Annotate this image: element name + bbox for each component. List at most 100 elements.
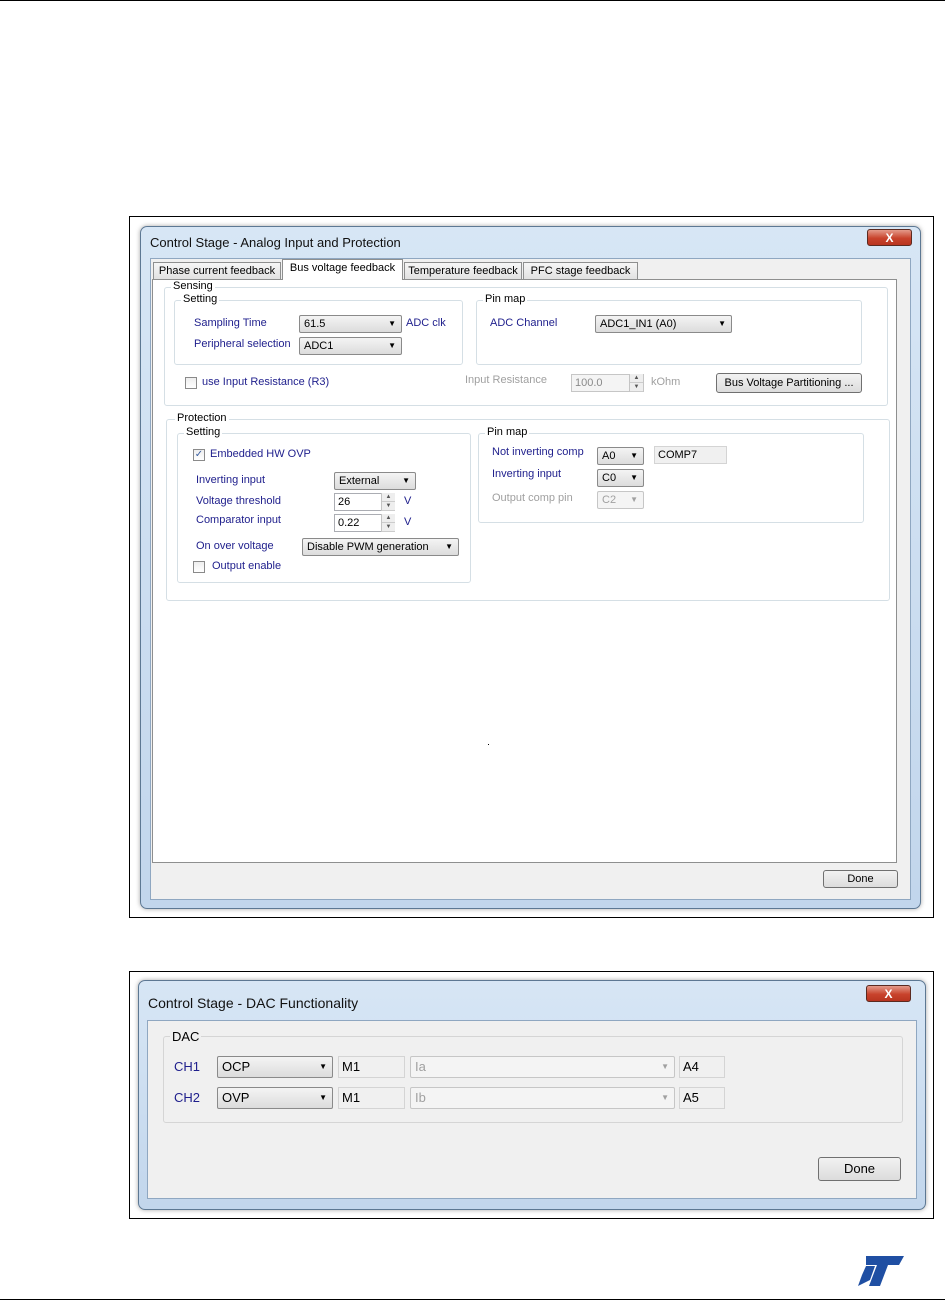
on-over-voltage-value: Disable PWM generation: [307, 541, 429, 553]
dialog-title: Control Stage - Analog Input and Protect…: [150, 235, 401, 250]
peripheral-selection-label: Peripheral selection: [194, 338, 291, 350]
spin-up-icon: ▲: [382, 493, 395, 502]
comparator-name-field: COMP7: [654, 446, 727, 464]
tab-temperature-feedback[interactable]: Temperature feedback: [404, 262, 522, 280]
use-input-resistance-label: use Input Resistance (R3): [202, 376, 330, 388]
chevron-down-icon: ▼: [319, 1093, 327, 1102]
sensing-group: Sensing Setting Sampling Time 61.5 ▼ ADC…: [164, 280, 888, 406]
dac-ch1-mode-value: OCP: [222, 1059, 251, 1074]
protection-group: Protection Setting ✓ Embedded HW OVP Inv…: [166, 412, 890, 601]
chevron-down-icon: ▼: [319, 1062, 327, 1071]
dac-ch1-pin-field: A4: [679, 1056, 725, 1078]
pinmap-inverting-input-value: C0: [602, 472, 617, 484]
tab-bus-voltage-feedback[interactable]: Bus voltage feedback: [282, 259, 403, 280]
sampling-time-unit: ADC clk: [406, 317, 446, 329]
dac-ch2-label: CH2: [174, 1090, 201, 1105]
dac-dialog-title: Control Stage - DAC Functionality: [148, 995, 359, 1011]
chevron-down-icon: ▼: [630, 473, 638, 482]
output-enable-checkbox[interactable]: [193, 561, 205, 573]
dac-ch2-signal-value: Ib: [415, 1090, 426, 1105]
dac-ch2-motor-value: M1: [342, 1090, 361, 1105]
output-comp-pin-label: Output comp pin: [492, 492, 573, 504]
comparator-input-unit: V: [404, 516, 412, 528]
protection-setting-group: Setting ✓ Embedded HW OVP Inverting inpu…: [177, 426, 471, 583]
input-resistance-value: 100.0: [575, 377, 603, 389]
pinmap-inverting-input-label: Inverting input: [492, 468, 562, 480]
dac-close-button[interactable]: X: [866, 985, 911, 1002]
tab-phase-current-feedback[interactable]: Phase current feedback: [153, 262, 281, 280]
tab-panel-bus-voltage: Sensing Setting Sampling Time 61.5 ▼ ADC…: [152, 279, 897, 863]
screenshot-frame-analog: Control Stage - Analog Input and Protect…: [129, 216, 934, 918]
on-over-voltage-label: On over voltage: [196, 540, 274, 552]
comparator-input-label: Comparator input: [196, 514, 281, 526]
comparator-name-value: COMP7: [658, 449, 698, 461]
comparator-input-spinner[interactable]: ▲ ▼: [381, 514, 395, 532]
protection-setting-label: Setting: [184, 426, 223, 438]
output-comp-pin-select[interactable]: C2 ▼: [597, 491, 644, 509]
dac-ch1-label: CH1: [174, 1059, 201, 1074]
inverting-input-label: Inverting input: [196, 474, 266, 486]
stray-dot: [488, 744, 489, 745]
dac-ch1-motor-value: M1: [342, 1059, 361, 1074]
dac-ch2-mode-select[interactable]: OVP ▼: [217, 1087, 333, 1109]
adc-channel-label: ADC Channel: [490, 317, 558, 329]
adc-channel-select[interactable]: ADC1_IN1 (A0) ▼: [595, 315, 732, 333]
dac-group-label: DAC: [170, 1029, 202, 1044]
screenshot-frame-dac: Control Stage - DAC Functionality X DAC …: [129, 971, 934, 1219]
input-resistance-unit: kOhm: [651, 376, 681, 388]
analog-input-dialog: Control Stage - Analog Input and Protect…: [140, 226, 921, 909]
close-button[interactable]: X: [867, 229, 912, 246]
voltage-threshold-value: 26: [338, 496, 351, 508]
dac-done-button[interactable]: Done: [818, 1157, 901, 1181]
chevron-down-icon: ▼: [718, 319, 726, 328]
bus-voltage-partitioning-button[interactable]: Bus Voltage Partitioning ...: [716, 373, 862, 393]
sampling-time-select[interactable]: 61.5 ▼: [299, 315, 402, 333]
st-logo-icon: [858, 1256, 904, 1286]
on-over-voltage-select[interactable]: Disable PWM generation ▼: [302, 538, 459, 556]
page-top-rule: [0, 0, 945, 1]
voltage-threshold-unit: V: [404, 495, 412, 507]
chevron-down-icon: ▼: [388, 341, 396, 350]
embedded-hw-ovp-label: Embedded HW OVP: [210, 448, 311, 460]
chevron-down-icon: ▼: [630, 495, 638, 504]
not-inverting-comp-value: A0: [602, 450, 616, 462]
dac-ch1-pin-value: A4: [683, 1059, 699, 1074]
sampling-time-label: Sampling Time: [194, 317, 267, 329]
not-inverting-comp-select[interactable]: A0 ▼: [597, 447, 644, 465]
not-inverting-comp-label: Not inverting comp: [492, 446, 584, 458]
sensing-pinmap-group: Pin map ADC Channel ADC1_IN1 (A0) ▼: [476, 293, 862, 365]
peripheral-selection-select[interactable]: ADC1 ▼: [299, 337, 402, 355]
spin-down-icon: ▼: [382, 523, 395, 532]
peripheral-selection-value: ADC1: [304, 340, 334, 352]
dac-ch1-signal-select[interactable]: Ia ▼: [410, 1056, 675, 1078]
pinmap-inverting-input-select[interactable]: C0 ▼: [597, 469, 644, 487]
checkmark-icon: ✓: [194, 449, 204, 460]
spin-up-icon: ▲: [382, 514, 395, 523]
embedded-hw-ovp-checkbox[interactable]: ✓: [193, 449, 205, 461]
sensing-pinmap-label: Pin map: [483, 293, 528, 305]
dac-functionality-dialog: Control Stage - DAC Functionality X DAC …: [138, 980, 926, 1210]
voltage-threshold-spinner[interactable]: ▲ ▼: [381, 493, 395, 511]
dac-ch2-mode-value: OVP: [222, 1090, 250, 1105]
protection-group-label: Protection: [175, 412, 229, 424]
input-resistance-spinner[interactable]: ▲ ▼: [629, 374, 643, 392]
chevron-down-icon: ▼: [388, 319, 396, 328]
comparator-input-value: 0.22: [338, 517, 360, 529]
page-bottom-rule: [0, 1299, 945, 1300]
chevron-down-icon: ▼: [661, 1093, 669, 1102]
dac-ch1-mode-select[interactable]: OCP ▼: [217, 1056, 333, 1078]
tab-pfc-stage-feedback[interactable]: PFC stage feedback: [523, 262, 638, 280]
done-button[interactable]: Done: [823, 870, 898, 888]
dac-ch2-signal-select[interactable]: Ib ▼: [410, 1087, 675, 1109]
chevron-down-icon: ▼: [402, 476, 410, 485]
inverting-input-select[interactable]: External ▼: [334, 472, 416, 490]
output-enable-label: Output enable: [212, 560, 282, 572]
sensing-setting-label: Setting: [181, 293, 220, 305]
spin-up-icon: ▲: [630, 374, 643, 383]
dac-ch1-motor-field: M1: [338, 1056, 405, 1078]
dac-group: DAC CH1 OCP ▼ M1 Ia ▼ A4 CH2 OVP ▼ M1 Ib…: [163, 1029, 903, 1123]
dac-ch2-pin-field: A5: [679, 1087, 725, 1109]
chevron-down-icon: ▼: [445, 542, 453, 551]
sampling-time-value: 61.5: [304, 318, 326, 330]
use-input-resistance-checkbox[interactable]: [185, 377, 197, 389]
